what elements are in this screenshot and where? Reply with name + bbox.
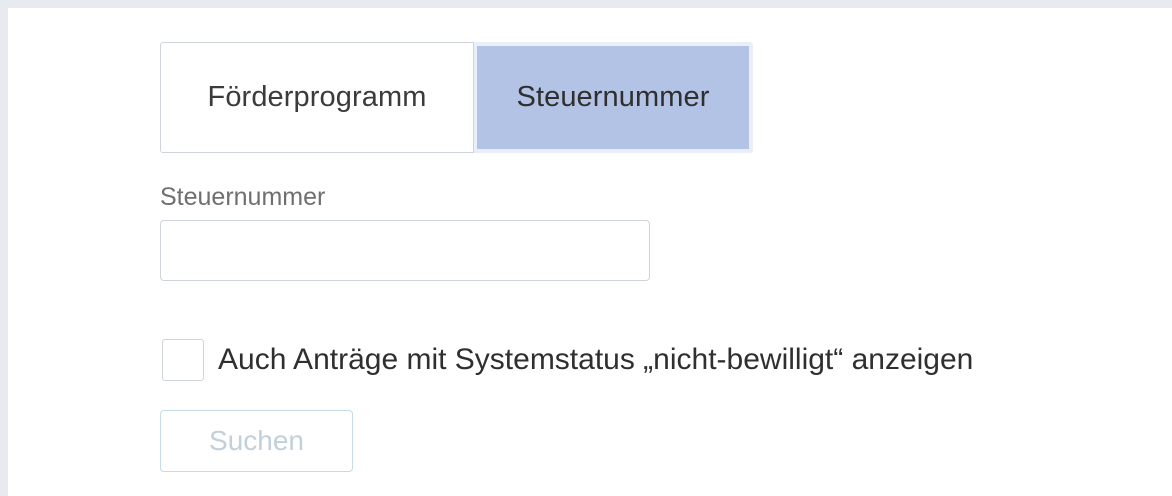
show-not-approved-label[interactable]: Auch Anträge mit Systemstatus „nicht-bew… — [218, 343, 973, 377]
tab-steuernummer-label: Steuernummer — [516, 81, 710, 113]
search-button[interactable]: Suchen — [160, 410, 353, 472]
tab-foerderprogramm[interactable]: Förderprogramm — [160, 42, 474, 153]
search-mode-tabs: Förderprogramm Steuernummer — [160, 42, 753, 153]
search-panel: Förderprogramm Steuernummer Steuernummer… — [8, 8, 1172, 496]
show-not-approved-checkbox[interactable] — [162, 339, 204, 381]
tab-steuernummer[interactable]: Steuernummer — [474, 42, 753, 153]
steuernummer-input[interactable] — [160, 220, 650, 281]
tab-foerderprogramm-label: Förderprogramm — [207, 81, 427, 113]
show-not-approved-option: Auch Anträge mit Systemstatus „nicht-bew… — [162, 339, 973, 381]
steuernummer-field-label: Steuernummer — [160, 183, 326, 211]
